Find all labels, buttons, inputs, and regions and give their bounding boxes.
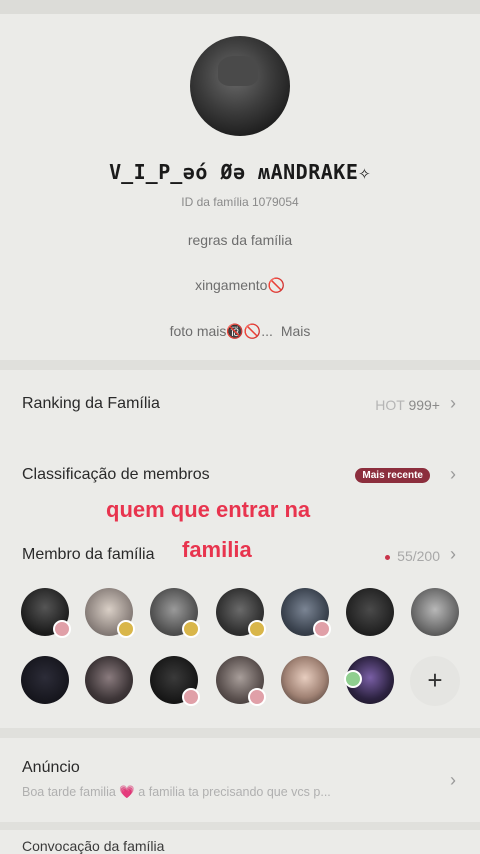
overlay-caption-line2: familia xyxy=(182,537,252,562)
member-avatar[interactable] xyxy=(281,588,331,638)
member-avatar[interactable] xyxy=(216,588,266,638)
member-avatar[interactable] xyxy=(21,656,69,704)
add-member-button[interactable]: + xyxy=(410,656,460,706)
announcement-text: Boa tarde familia 💗 a familia ta precisa… xyxy=(22,785,331,799)
top-band xyxy=(0,0,480,14)
rule-line-3-text: foto mais🔞🚫... xyxy=(169,323,273,339)
chevron-right-icon: › xyxy=(450,393,456,413)
level-badge-icon xyxy=(117,620,135,638)
separator xyxy=(0,360,480,370)
count-dot xyxy=(385,554,391,560)
member-avatar[interactable] xyxy=(150,588,200,638)
family-avatar[interactable] xyxy=(190,36,290,136)
chevron-right-icon: › xyxy=(450,544,456,564)
rule-line-1: regras da família xyxy=(187,232,293,248)
member-avatar[interactable] xyxy=(85,656,133,704)
member-avatar[interactable] xyxy=(21,588,71,638)
member-count: 55/200 xyxy=(385,548,440,564)
chevron-right-icon: › xyxy=(450,464,456,484)
member-avatar[interactable] xyxy=(344,656,394,704)
members-label: Membro da família xyxy=(22,546,155,563)
hot-number: 999+ xyxy=(408,397,440,413)
hot-label: HOT xyxy=(375,397,405,413)
family-header: V̲I̲P̲əó Øə ʍANDRAKE✧ ID da família 1079… xyxy=(0,14,480,360)
rule-line-2: xingamento🚫 xyxy=(195,277,285,293)
level-badge-icon xyxy=(53,620,71,638)
classification-label: Classificação de membros xyxy=(22,466,210,483)
announcement-row[interactable]: › xyxy=(0,738,480,830)
level-badge-icon xyxy=(182,688,200,706)
level-badge-icon xyxy=(344,670,362,688)
member-avatar[interactable] xyxy=(346,588,394,636)
more-link[interactable]: Mais xyxy=(281,323,311,339)
level-badge-icon xyxy=(182,620,200,638)
member-avatar[interactable] xyxy=(216,656,266,706)
member-avatar[interactable] xyxy=(281,656,329,704)
member-avatar[interactable] xyxy=(411,588,459,636)
ranking-label: Ranking da Família xyxy=(22,395,160,412)
plus-icon: + xyxy=(427,665,443,695)
family-name: V̲I̲P̲əó Øə ʍANDRAKE✧ xyxy=(109,160,371,184)
hot-value: HOT 999+ xyxy=(375,397,440,413)
family-id: ID da família 1079054 xyxy=(181,195,299,209)
member-avatar[interactable] xyxy=(150,656,200,706)
announcement-label: Anúncio xyxy=(22,759,80,776)
chevron-right-icon: › xyxy=(450,770,456,790)
level-badge-icon xyxy=(248,688,266,706)
recent-badge: Mais recente xyxy=(355,468,430,483)
bottom-row-label: Convocação da família xyxy=(22,838,165,854)
level-badge-icon xyxy=(313,620,331,638)
level-badge-icon xyxy=(248,620,266,638)
rule-line-3: foto mais🔞🚫... Mais xyxy=(0,323,480,340)
separator xyxy=(0,728,480,738)
member-count-value: 55/200 xyxy=(397,548,440,564)
member-avatar[interactable] xyxy=(85,588,135,638)
ranking-row[interactable]: Ranking da Família HOT 999+ › xyxy=(0,370,480,440)
